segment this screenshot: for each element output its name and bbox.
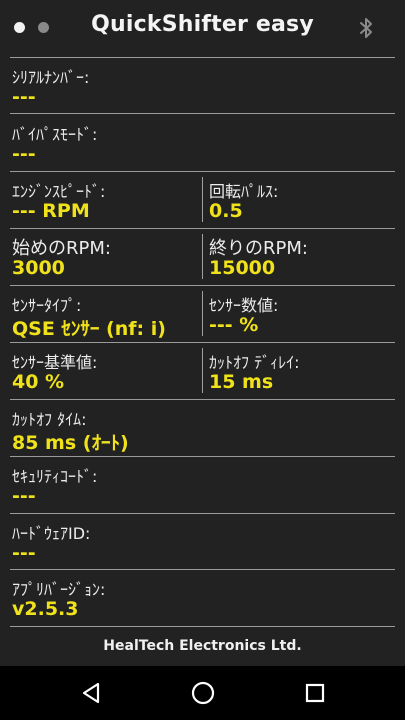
bypass-mode-value: --- — [12, 143, 36, 165]
divider — [10, 285, 395, 286]
cutoff-delay-label: ｶｯﾄｵﾌ ﾃﾞｨﾚｲ: — [209, 353, 300, 372]
column-divider — [202, 177, 203, 222]
column-divider — [202, 348, 203, 393]
hardware-id-label: ﾊｰﾄﾞｳｪｱID: — [12, 524, 91, 543]
sensor-value-value: --- % — [209, 314, 259, 336]
home-icon[interactable] — [188, 678, 218, 708]
footer: HealTech Electronics Ltd. — [0, 628, 405, 666]
engine-speed-label: ｴﾝｼﾞﾝｽﾋﾟｰﾄﾞ: — [12, 182, 106, 201]
app-header: QuickShifter easy — [0, 0, 405, 56]
divider — [10, 513, 395, 514]
sensor-reference-label: ｾﾝｻｰ基準値: — [12, 353, 98, 372]
company-name: HealTech Electronics Ltd. — [103, 638, 302, 654]
sensor-reference-value: 40 % — [12, 371, 65, 393]
recents-icon[interactable] — [300, 678, 330, 708]
divider — [10, 171, 395, 172]
sensor-type-value: QSE ｾﾝｻｰ (nf: i) — [12, 318, 166, 340]
security-code-value: --- — [12, 485, 36, 507]
back-icon[interactable] — [76, 678, 106, 708]
bluetooth-icon[interactable] — [357, 16, 375, 40]
engine-speed-value: --- RPM — [12, 200, 90, 222]
sensor-type-label: ｾﾝｻｰﾀｲﾌﾟ: — [12, 296, 82, 315]
divider — [10, 456, 395, 457]
divider — [10, 113, 395, 114]
divider — [10, 399, 395, 400]
pulses-value: 0.5 — [209, 200, 243, 222]
security-code-label: ｾｷｭﾘﾃｨｺｰﾄﾞ: — [12, 467, 98, 486]
pulses-label: 回転ﾊﾟﾙｽ: — [209, 182, 279, 201]
app-version-label: ｱﾌﾟﾘﾊﾞｰｼﾞｮﾝ: — [12, 580, 106, 599]
bypass-mode-label: ﾊﾞｲﾊﾟｽﾓｰﾄﾞ: — [12, 125, 98, 144]
end-rpm-value: 15000 — [209, 257, 276, 279]
sensor-value-label: ｾﾝｻｰ数値: — [209, 296, 279, 315]
app-version-value: v2.5.3 — [12, 598, 79, 620]
column-divider — [202, 234, 203, 279]
column-divider — [202, 291, 203, 336]
app-title: QuickShifter easy — [91, 12, 314, 37]
serial-number-label: ｼﾘｱﾙﾅﾝﾊﾞｰ: — [12, 68, 90, 87]
start-rpm-value: 3000 — [12, 257, 65, 279]
divider — [10, 57, 395, 58]
cutoff-delay-value: 15 ms — [209, 371, 274, 393]
divider — [10, 228, 395, 229]
cutoff-time-value: 85 ms (ｵｰﾄ) — [12, 432, 129, 454]
system-navigation-bar — [0, 666, 405, 720]
hardware-id-value: --- — [12, 542, 36, 564]
divider — [10, 569, 395, 570]
divider — [10, 342, 395, 343]
divider — [10, 626, 395, 627]
serial-number-value: --- — [12, 86, 36, 108]
cutoff-time-label: ｶｯﾄｵﾌ ﾀｲﾑ: — [12, 410, 87, 429]
